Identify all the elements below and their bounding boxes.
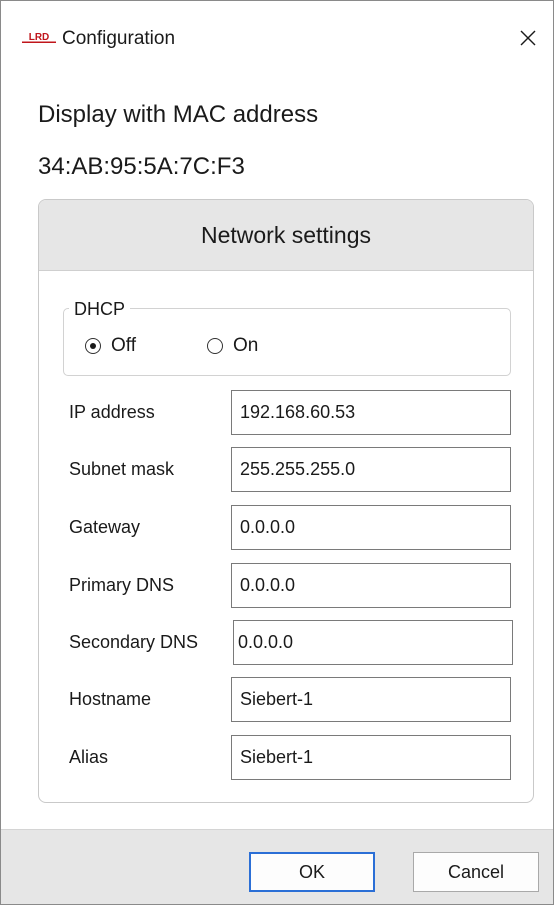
title-bar: LRD Configuration xyxy=(1,1,553,77)
heading-line-1: Display with MAC address xyxy=(38,101,319,128)
radio-label: Off xyxy=(111,335,136,356)
field-label: IP address xyxy=(69,402,155,422)
field-label: Primary DNS xyxy=(69,575,175,595)
dhcp-legend: DHCP xyxy=(69,299,131,319)
dhcp-off-radio[interactable]: Off xyxy=(85,335,136,357)
configuration-dialog: LRD Configuration Display with MAC addre… xyxy=(0,0,554,905)
field-label: Hostname xyxy=(69,689,152,709)
network-settings-panel: Network settings DHCP Off On IP address … xyxy=(38,199,534,803)
hostname-input[interactable] xyxy=(231,677,511,722)
gateway-input[interactable] xyxy=(231,505,511,550)
field-label: Gateway xyxy=(69,517,141,537)
subnet-mask-input[interactable] xyxy=(231,447,511,492)
field-label: Subnet mask xyxy=(69,459,175,479)
field-row-secondary-dns: Secondary DNS xyxy=(39,620,533,665)
dhcp-on-radio[interactable]: On xyxy=(207,335,258,357)
ip-address-input[interactable] xyxy=(231,390,511,435)
field-label: Alias xyxy=(69,747,109,767)
dialog-footer: OK Cancel xyxy=(1,829,553,904)
svg-text:LRD: LRD xyxy=(29,32,50,43)
secondary-dns-input[interactable] xyxy=(233,620,513,665)
primary-dns-input[interactable] xyxy=(231,563,511,608)
field-row-gateway: Gateway xyxy=(39,505,533,550)
field-label: Secondary DNS xyxy=(69,632,199,652)
field-row-ip-address: IP address xyxy=(39,390,533,435)
app-logo-icon: LRD xyxy=(21,31,57,43)
field-row-hostname: Hostname xyxy=(39,677,533,722)
panel-header: Network settings xyxy=(39,200,533,271)
window-title: Configuration xyxy=(62,28,176,49)
ok-button[interactable]: OK xyxy=(249,852,375,892)
radio-label: On xyxy=(233,335,259,356)
close-icon xyxy=(520,30,536,46)
field-row-subnet-mask: Subnet mask xyxy=(39,447,533,492)
radio-unchecked-icon xyxy=(207,338,223,354)
alias-input[interactable] xyxy=(231,735,511,780)
close-button[interactable] xyxy=(509,19,547,57)
field-row-primary-dns: Primary DNS xyxy=(39,563,533,608)
radio-checked-icon xyxy=(85,338,101,354)
field-row-alias: Alias xyxy=(39,735,533,780)
cancel-button[interactable]: Cancel xyxy=(413,852,539,892)
mac-address: 34:AB:95:5A:7C:F3 xyxy=(38,153,245,180)
